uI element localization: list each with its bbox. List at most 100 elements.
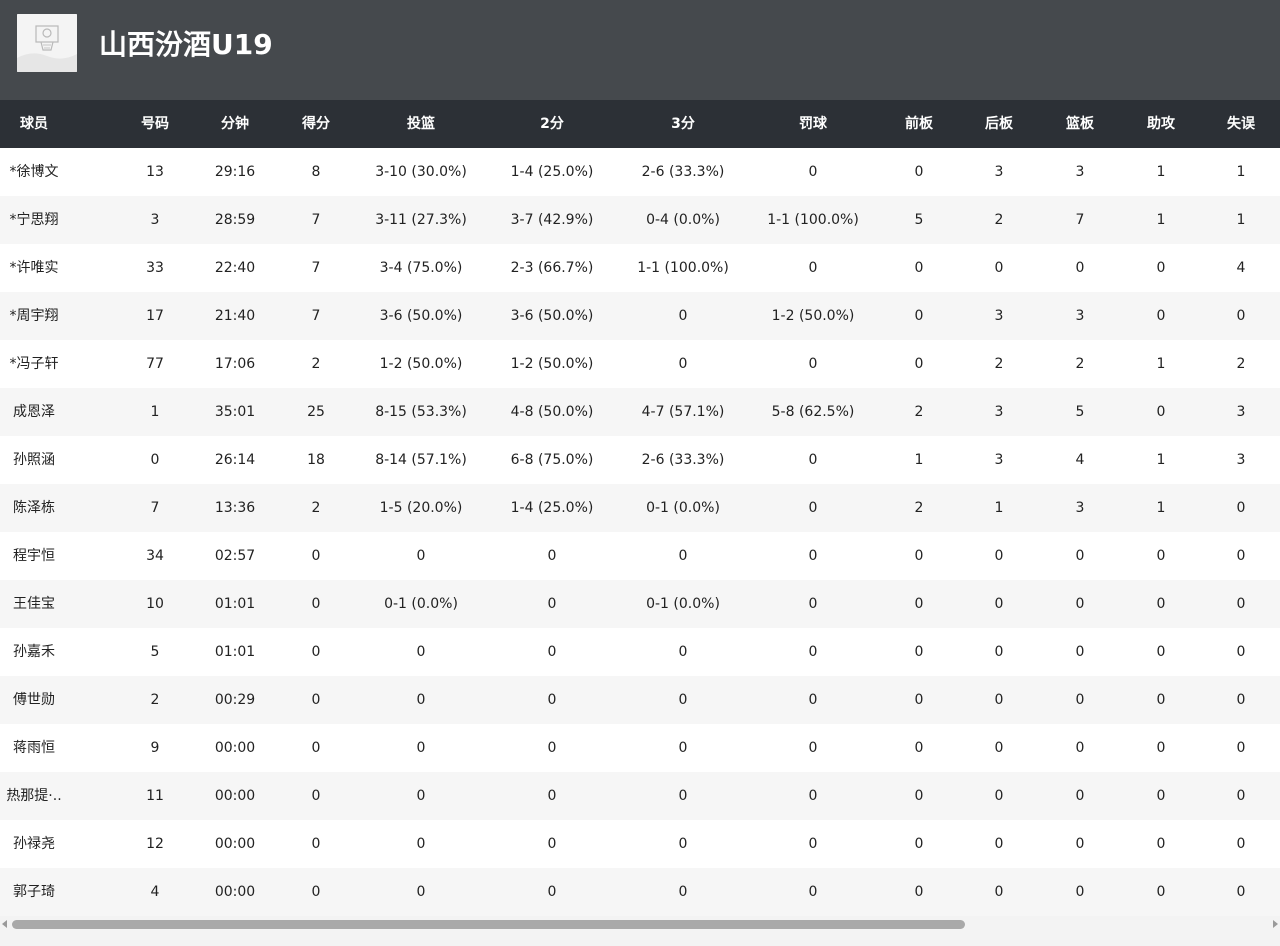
caret-left-icon[interactable]: [0, 916, 10, 932]
player-name[interactable]: *许唯实: [0, 244, 68, 292]
table-row[interactable]: 傅世勋 2 00:29 0 0 0 0 0 0 0 0 0 0: [0, 676, 1280, 724]
cell-col-minutes: 01:01: [214, 644, 256, 660]
table-row[interactable]: *许唯实 33 22:40 7 3-4 (75.0%) 2-3 (66.7%) 1-1 (1…: [0, 244, 1280, 292]
table-row[interactable]: 程宇恒 34 02:57 0 0 0 0 0 0 0 0 0 0: [0, 532, 1280, 580]
cell-col-points: 0: [311, 644, 321, 660]
table-row[interactable]: 郭子琦 4 00:00 0 0 0 0 0 0 0 0 0 0: [0, 868, 1280, 916]
table-row[interactable]: 蒋雨恒 9 00:00 0 0 0 0 0 0 0 0 0 0: [0, 724, 1280, 772]
cell-col-reb: 3: [1075, 500, 1085, 516]
cell-col-ft: 0: [808, 788, 818, 804]
cell-col-3pt: 0: [678, 836, 688, 852]
cell-col-minutes: 00:00: [214, 884, 256, 900]
horizontal-scrollbar[interactable]: [0, 916, 1280, 932]
scrollbar-thumb[interactable]: [12, 920, 965, 929]
table-row[interactable]: 成恩泽 1 35:01 25 8-15 (53.3%) 4-8 (50.0%) 4-7 (5…: [0, 388, 1280, 436]
cell-col-oreb: 0: [914, 260, 924, 276]
cell-col-tov: 4: [1236, 260, 1246, 276]
player-name[interactable]: 蒋雨恒: [0, 724, 68, 772]
cell-col-ast: 0: [1156, 884, 1166, 900]
cell-col-oreb: 0: [914, 644, 924, 660]
player-name[interactable]: 孙照涵: [0, 436, 68, 484]
cell-col-fg: 0: [416, 884, 426, 900]
cell-col-tov: 3: [1236, 452, 1246, 468]
cell-col-dreb: 0: [994, 548, 1004, 564]
cell-col-points: 0: [311, 692, 321, 708]
header-col-ft[interactable]: 罚球: [748, 100, 878, 148]
table-row[interactable]: 孙嘉禾 5 01:01 0 0 0 0 0 0 0 0 0 0: [0, 628, 1280, 676]
cell-col-points: 18: [307, 452, 325, 468]
cell-col-2pt: 1-4 (25.0%): [510, 164, 594, 180]
header-col-2pt[interactable]: 2分: [487, 100, 617, 148]
cell-col-number: 11: [146, 788, 164, 804]
player-name[interactable]: *冯子轩: [0, 340, 68, 388]
table-row[interactable]: 王佳宝 10 01:01 0 0-1 (0.0%) 0 0-1 (0.0%) 0 0 0 0 0 0: [0, 580, 1280, 628]
cell-col-dreb: 3: [994, 404, 1004, 420]
cell-col-fg: 8-14 (57.1%): [375, 452, 467, 468]
player-stats-table[interactable]: *徐博文 13 29:16 8 3-10 (30.0%) 1-4 (25.0%) 2-6 (…: [0, 148, 1280, 916]
team-logo-icon: [17, 14, 77, 72]
cell-col-2pt: 0: [547, 644, 557, 660]
cell-col-ft: 0: [808, 692, 818, 708]
caret-right-icon[interactable]: [1270, 916, 1280, 932]
cell-col-tov: 0: [1236, 308, 1246, 324]
table-row[interactable]: *周宇翔 17 21:40 7 3-6 (50.0%) 3-6 (50.0%) 0 1-2 (…: [0, 292, 1280, 340]
cell-col-2pt: 4-8 (50.0%): [510, 404, 594, 420]
cell-col-tov: 0: [1236, 548, 1246, 564]
cell-col-ast: 1: [1156, 164, 1166, 180]
header-col-oreb[interactable]: 前板: [884, 100, 954, 148]
player-name[interactable]: *宁思翔: [0, 196, 68, 244]
cell-col-minutes: 00:00: [214, 836, 256, 852]
player-name[interactable]: 孙嘉禾: [0, 628, 68, 676]
header-col-points[interactable]: 得分: [286, 100, 346, 148]
cell-col-ft: 0: [808, 644, 818, 660]
header-col-dreb[interactable]: 后板: [964, 100, 1034, 148]
player-name[interactable]: 郭子琦: [0, 868, 68, 916]
table-row[interactable]: 孙禄尧 12 00:00 0 0 0 0 0 0 0 0 0 0: [0, 820, 1280, 868]
cell-col-3pt: 0-4 (0.0%): [646, 212, 720, 228]
cell-col-reb: 0: [1075, 692, 1085, 708]
cell-col-reb: 4: [1075, 452, 1085, 468]
table-row[interactable]: 孙照涵 0 26:14 18 8-14 (57.1%) 6-8 (75.0%) 2-6 (3…: [0, 436, 1280, 484]
cell-col-fg: 3-10 (30.0%): [375, 164, 467, 180]
header-col-tov[interactable]: 失误: [1206, 100, 1276, 148]
header-col-reb[interactable]: 篮板: [1045, 100, 1115, 148]
header-col-3pt[interactable]: 3分: [618, 100, 748, 148]
player-name[interactable]: *周宇翔: [0, 292, 68, 340]
header-col-number[interactable]: 号码: [125, 100, 185, 148]
table-row[interactable]: *徐博文 13 29:16 8 3-10 (30.0%) 1-4 (25.0%) 2-6 (…: [0, 148, 1280, 196]
cell-col-oreb: 0: [914, 356, 924, 372]
player-name[interactable]: 成恩泽: [0, 388, 68, 436]
header-col-player[interactable]: 球员: [0, 100, 68, 148]
table-row[interactable]: 陈泽栋 7 13:36 2 1-5 (20.0%) 1-4 (25.0%) 0-1 (0.0…: [0, 484, 1280, 532]
cell-col-dreb: 0: [994, 596, 1004, 612]
player-name[interactable]: 孙禄尧: [0, 820, 68, 868]
header-col-fg[interactable]: 投篮: [356, 100, 486, 148]
table-row[interactable]: *冯子轩 77 17:06 2 1-2 (50.0%) 1-2 (50.0%) 0 0 0 2 2 1…: [0, 340, 1280, 388]
cell-col-ast: 0: [1156, 596, 1166, 612]
player-name[interactable]: 程宇恒: [0, 532, 68, 580]
cell-col-minutes: 00:00: [214, 740, 256, 756]
cell-col-dreb: 0: [994, 644, 1004, 660]
table-header-row: 球员 号码 分钟 得分 投篮 2分 3分 罚球 前板 后板 篮板 助攻 失误: [0, 100, 1280, 148]
player-name[interactable]: *徐博文: [0, 148, 68, 196]
table-row[interactable]: 热那提·.. 11 00:00 0 0 0 0 0 0 0 0 0 0: [0, 772, 1280, 820]
player-name[interactable]: 傅世勋: [0, 676, 68, 724]
cell-col-reb: 0: [1075, 836, 1085, 852]
cell-col-points: 0: [311, 788, 321, 804]
header-col-ast[interactable]: 助攻: [1126, 100, 1196, 148]
header-col-minutes[interactable]: 分钟: [200, 100, 270, 148]
cell-col-3pt: 0: [678, 788, 688, 804]
cell-col-ast: 0: [1156, 836, 1166, 852]
player-name[interactable]: 陈泽栋: [0, 484, 68, 532]
cell-col-dreb: 0: [994, 260, 1004, 276]
cell-col-3pt: 0: [678, 356, 688, 372]
cell-col-oreb: 5: [914, 212, 924, 228]
table-row[interactable]: *宁思翔 3 28:59 7 3-11 (27.3%) 3-7 (42.9%) 0-4 (0…: [0, 196, 1280, 244]
cell-col-oreb: 0: [914, 836, 924, 852]
player-name[interactable]: 热那提·..: [0, 772, 68, 820]
cell-col-ast: 0: [1156, 644, 1166, 660]
cell-col-3pt: 2-6 (33.3%): [641, 452, 725, 468]
cell-col-reb: 0: [1075, 644, 1085, 660]
player-name[interactable]: 王佳宝: [0, 580, 68, 628]
cell-col-fg: 8-15 (53.3%): [375, 404, 467, 420]
